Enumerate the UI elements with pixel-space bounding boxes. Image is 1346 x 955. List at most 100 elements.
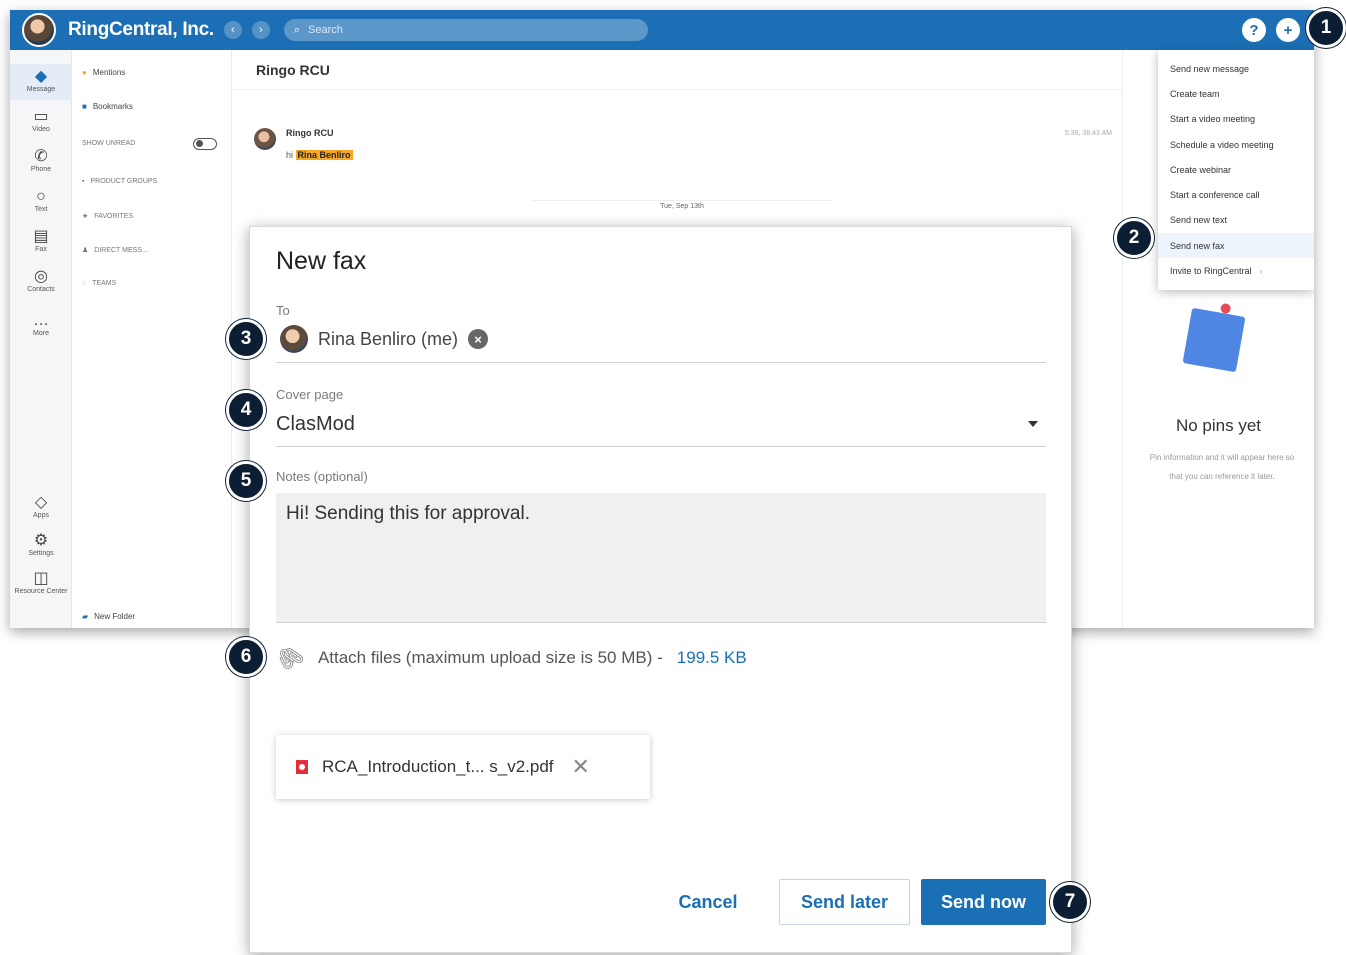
nav-item-video[interactable]: ▭ Video [10,108,72,133]
forward-icon[interactable]: › [251,21,270,39]
resource-center-icon: ◫ [33,570,49,587]
nav-item-contacts[interactable]: ◎ Contacts [10,268,72,293]
new-action-plus-icon[interactable]: + [1276,18,1300,42]
company-name: RingCentral, Inc. [68,19,214,40]
attach-total-size: 199.5 KB [676,648,747,667]
video-icon: ▭ [33,108,49,125]
attach-files-row[interactable]: 🖇 Attach files (maximum upload size is 5… [271,639,747,676]
menu-item-send-new-text[interactable]: Send new text [1158,208,1314,233]
star-icon: ★ [82,213,89,220]
top-right-actions: ? + [1242,18,1300,42]
cover-page-value: ClasMod [276,413,355,435]
help-icon[interactable]: ? [1242,18,1266,42]
nav-label: Phone [30,166,52,173]
cover-page-label: Cover page [276,387,344,402]
notes-field[interactable]: Hi! Sending this for approval. [276,493,1046,623]
screenshot-stage: RingCentral, Inc. ‹ › ⌕ Search ? + ◆ Mes… [0,0,1346,955]
recipient-chip[interactable]: Rina Benliro (me) × [280,325,489,353]
nav-label: Message [26,86,56,93]
date-divider: Tue, Sep 13th [532,200,832,219]
menu-item-invite[interactable]: Invite to RingCentral › [1158,258,1314,283]
step-callout-5: 5 [226,461,266,501]
to-label: To [276,303,290,318]
section-favorites[interactable]: ★ FAVORITES [82,212,223,221]
section-label: PRODUCT GROUPS [90,178,158,185]
text-icon: ○ [36,188,46,205]
chat-title[interactable]: Ringo RCU [256,62,330,78]
attach-files-text: Attach files (maximum upload size is 50 … [317,648,663,667]
company-logo-avatar[interactable] [22,13,56,47]
list-item-bookmarks[interactable]: ■ Bookmarks [82,102,223,111]
paperclip-icon[interactable]: 🖇 [271,639,309,677]
menu-item-create-webinar[interactable]: Create webinar [1158,157,1314,182]
cover-page-select[interactable]: ClasMod [276,407,1046,447]
new-folder-icon: ▰ [82,612,89,621]
pdf-file-icon [296,760,308,774]
step-callout-7: 7 [1050,882,1090,922]
section-teams[interactable]: ◌ TEAMS [82,280,223,287]
nav-item-more[interactable]: … More [10,312,72,337]
nav-label: Fax [35,246,47,253]
person-icon: ♟ [82,247,89,254]
search-icon: ⌕ [293,23,301,36]
message-time: 5:36, 38:43 AM [1064,130,1112,137]
show-unread-label: SHOW UNREAD [82,140,136,147]
to-field[interactable]: Rina Benliro (me) × [276,323,1046,363]
nav-rail: ◆ Message ▭ Video ✆ Phone ○ Text ▤ Fax ◎… [10,50,72,628]
mentions-label: Mentions [92,68,126,77]
nav-item-settings[interactable]: ⚙ Settings [10,532,72,557]
attached-file-name: RCA_Introduction_t... s_v2.pdf [322,757,554,776]
phone-icon: ✆ [34,148,48,165]
menu-item-start-conference-call[interactable]: Start a conference call [1158,182,1314,207]
step-callout-2: 2 [1114,218,1154,258]
nav-item-fax[interactable]: ▤ Fax [10,228,72,253]
caret-down-icon [1028,421,1038,427]
date-divider-label: Tue, Sep 13th [654,203,710,210]
teams-icon: ◌ [82,280,87,287]
nav-item-text[interactable]: ○ Text [10,188,72,213]
step-callout-6: 6 [226,637,266,677]
invite-label: Invite to RingCentral [1170,266,1252,277]
show-unread-toggle[interactable] [193,137,217,150]
fax-icon: ▤ [33,228,49,245]
bookmarks-label: Bookmarks [92,102,133,111]
nav-item-resource-center[interactable]: ◫ Resource Center [10,570,72,595]
back-icon[interactable]: ‹ [223,21,242,39]
dialog-title: New fax [276,247,367,275]
pin-illustration-icon [1182,307,1246,373]
show-unread-row: SHOW UNREAD [82,137,223,150]
list-item-mentions[interactable]: ● Mentions [82,68,223,77]
settings-icon: ⚙ [33,532,49,549]
mentions-icon: ● [82,68,87,77]
section-label: TEAMS [92,280,117,287]
more-icon: … [33,312,49,329]
pins-empty-description: Pin information and it will appear here … [1149,453,1295,481]
menu-item-start-video-meeting[interactable]: Start a video meeting [1158,107,1314,132]
nav-item-apps[interactable]: ◇ Apps [10,494,72,519]
remove-recipient-icon[interactable]: × [468,329,489,349]
section-direct-messages[interactable]: ♟ DIRECT MESS... [82,246,223,255]
nav-item-message[interactable]: ◆ Message [10,64,72,100]
send-now-button[interactable]: Send now [921,879,1046,925]
message-text: hi Rina Benliro [286,150,353,160]
nav-item-phone[interactable]: ✆ Phone [10,148,72,173]
new-folder-button[interactable]: ▰ New Folder [82,612,223,621]
new-action-menu: Send new message Create team Start a vid… [1158,50,1314,290]
cancel-button[interactable]: Cancel [658,879,758,925]
mention-tag[interactable]: Rina Benliro [295,150,353,160]
search-input[interactable]: ⌕ Search [283,19,648,41]
send-later-button[interactable]: Send later [779,879,910,925]
avatar[interactable] [254,128,276,150]
menu-item-schedule-video-meeting[interactable]: Schedule a video meeting [1158,132,1314,157]
menu-item-send-new-message[interactable]: Send new message [1158,56,1314,81]
menu-item-create-team[interactable]: Create team [1158,81,1314,106]
chat-header: Ringo RCU [232,50,1122,90]
conversation-list-panel: ● Mentions ■ Bookmarks SHOW UNREAD ▪ PRO… [72,50,232,628]
section-product-groups[interactable]: ▪ PRODUCT GROUPS [82,178,223,185]
remove-file-icon[interactable]: ✕ [572,756,590,778]
nav-label: Video [32,126,50,133]
message-prefix: hi [286,150,294,160]
recipient-name: Rina Benliro (me) [318,328,459,349]
menu-item-send-new-fax[interactable]: Send new fax [1158,233,1314,259]
bookmark-icon: ■ [82,102,87,111]
